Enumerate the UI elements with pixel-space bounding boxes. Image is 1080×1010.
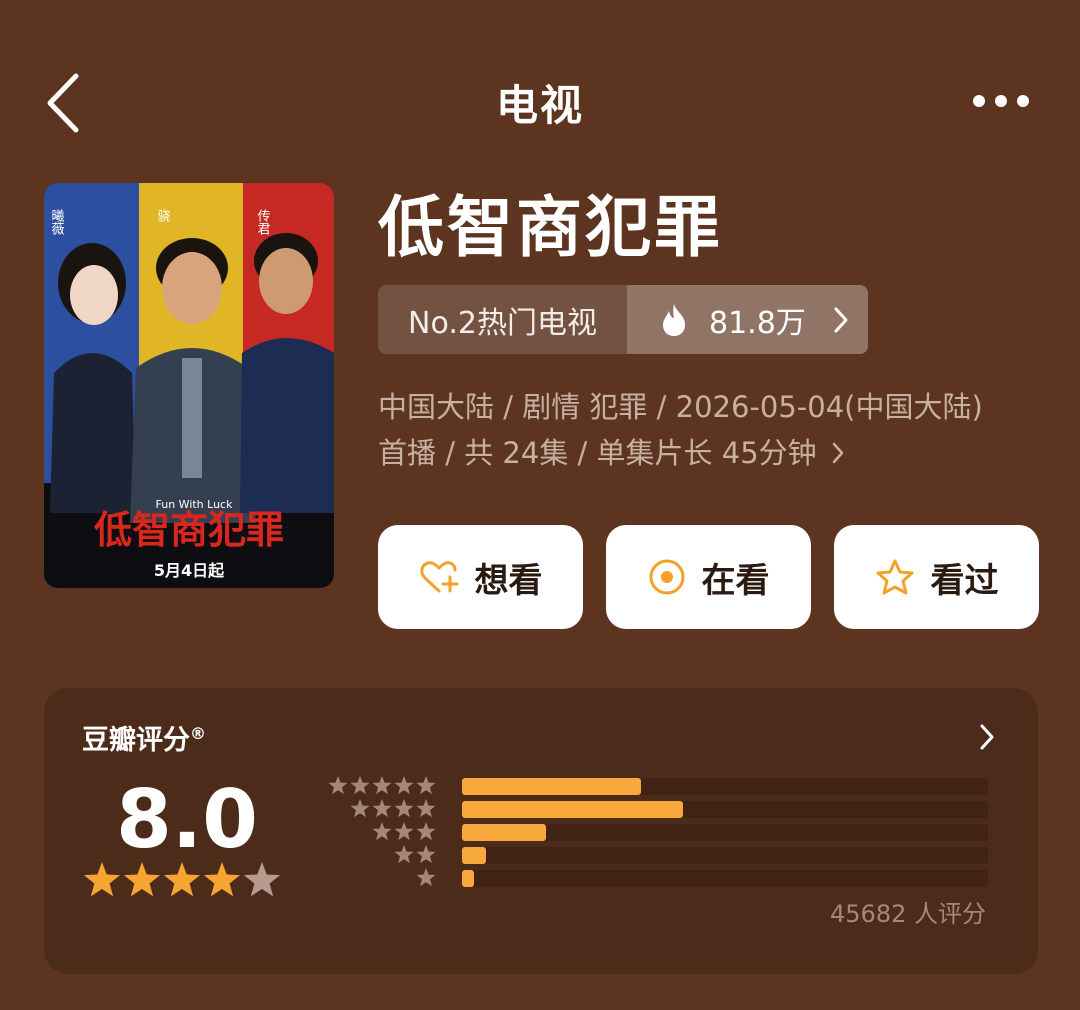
rating-bar-fill xyxy=(462,824,547,841)
show-title: 低智商犯罪 xyxy=(378,189,723,266)
star-level-icon xyxy=(394,799,414,818)
want-to-watch-button[interactable]: 想看 xyxy=(378,525,583,629)
rating-label: 豆瓣评分® xyxy=(82,718,206,757)
poster-title-art: 低智商犯罪 xyxy=(94,508,284,552)
star-level-icon xyxy=(416,868,436,887)
star-level-icon xyxy=(372,776,392,795)
star-level-icon xyxy=(416,776,436,795)
rank-pill: No.2热门电视 81.8万 xyxy=(378,285,868,354)
star-level-icon xyxy=(328,776,348,795)
page-title: 电视 xyxy=(495,81,584,130)
rank-label[interactable]: No.2热门电视 xyxy=(378,285,627,354)
star-filled-icon xyxy=(83,862,121,897)
meta-line-1: 中国大陆 / 剧情 犯罪 / 2026-05-04(中国大陆) xyxy=(378,390,983,424)
star-level-labels xyxy=(328,776,436,887)
rating-bar-fill xyxy=(462,847,486,864)
rating-distribution xyxy=(462,778,988,892)
star-level-icon xyxy=(416,822,436,841)
watching-button[interactable]: 在看 xyxy=(606,525,811,629)
more-button[interactable] xyxy=(966,86,1036,116)
star-level-icon xyxy=(350,799,370,818)
rating-bar-fill xyxy=(462,801,683,818)
chevron-right-icon xyxy=(832,442,843,464)
watched-button[interactable]: 看过 xyxy=(834,525,1039,629)
watching-circle-icon xyxy=(649,559,684,595)
heat-button[interactable]: 81.8万 xyxy=(627,285,868,354)
rating-bar-2-star xyxy=(462,847,988,864)
rating-stars xyxy=(83,862,281,897)
heat-value: 81.8万 xyxy=(709,305,806,341)
star-empty-icon xyxy=(243,862,281,897)
rating-bar-4-star xyxy=(462,801,988,818)
star-level-icon xyxy=(394,822,414,841)
rating-bar-3-star xyxy=(462,824,988,841)
star-level-icon xyxy=(350,776,370,795)
show-meta[interactable]: 中国大陆 / 剧情 犯罪 / 2026-05-04(中国大陆) 首播 / 共 2… xyxy=(378,384,1058,476)
rating-bar-fill xyxy=(462,778,641,795)
votes-count: 45682 人评分 xyxy=(830,900,986,928)
more-horizontal-icon xyxy=(973,95,1029,107)
poster-actor-name: 曦薇 xyxy=(49,208,65,235)
poster-date: 5月4日起 xyxy=(154,561,225,580)
heart-plus-icon xyxy=(419,561,458,593)
star-filled-icon xyxy=(203,862,241,897)
rating-bar-5-star xyxy=(462,778,988,795)
star-level-icon xyxy=(372,822,392,841)
poster-actor-name: 骁 xyxy=(155,209,171,223)
star-level-icon xyxy=(394,776,414,795)
watching-label: 在看 xyxy=(701,560,770,601)
rating-card[interactable]: 豆瓣评分® 8.0 45682 人评分 xyxy=(44,688,1038,974)
poster-actor-name: 传君 xyxy=(255,209,271,235)
rating-label-text: 豆瓣评分 xyxy=(82,725,190,756)
star-level-icon xyxy=(416,845,436,864)
star-filled-icon xyxy=(123,862,161,897)
registered-mark: ® xyxy=(190,724,206,743)
star-outline-icon xyxy=(876,559,913,595)
rating-bar-1-star xyxy=(462,870,988,887)
rating-score: 8.0 xyxy=(116,773,258,866)
meta-line-2: 首播 / 共 24集 / 单集片长 45分钟 xyxy=(378,436,817,470)
star-level-icon xyxy=(394,845,414,864)
star-level-icon xyxy=(416,799,436,818)
want-to-watch-label: 想看 xyxy=(474,560,543,601)
rating-bar-fill xyxy=(462,870,474,887)
chevron-right-icon[interactable] xyxy=(978,722,996,752)
star-level-icon xyxy=(372,799,392,818)
star-filled-icon xyxy=(163,862,201,897)
watched-label: 看过 xyxy=(930,560,999,601)
top-bar: 电视 xyxy=(0,0,1080,200)
chevron-right-icon xyxy=(834,307,848,332)
fire-icon xyxy=(663,303,685,336)
poster-image[interactable]: 曦薇 骁 传君 Fun With Luck 低智商犯罪 5月4日起 xyxy=(44,183,334,588)
